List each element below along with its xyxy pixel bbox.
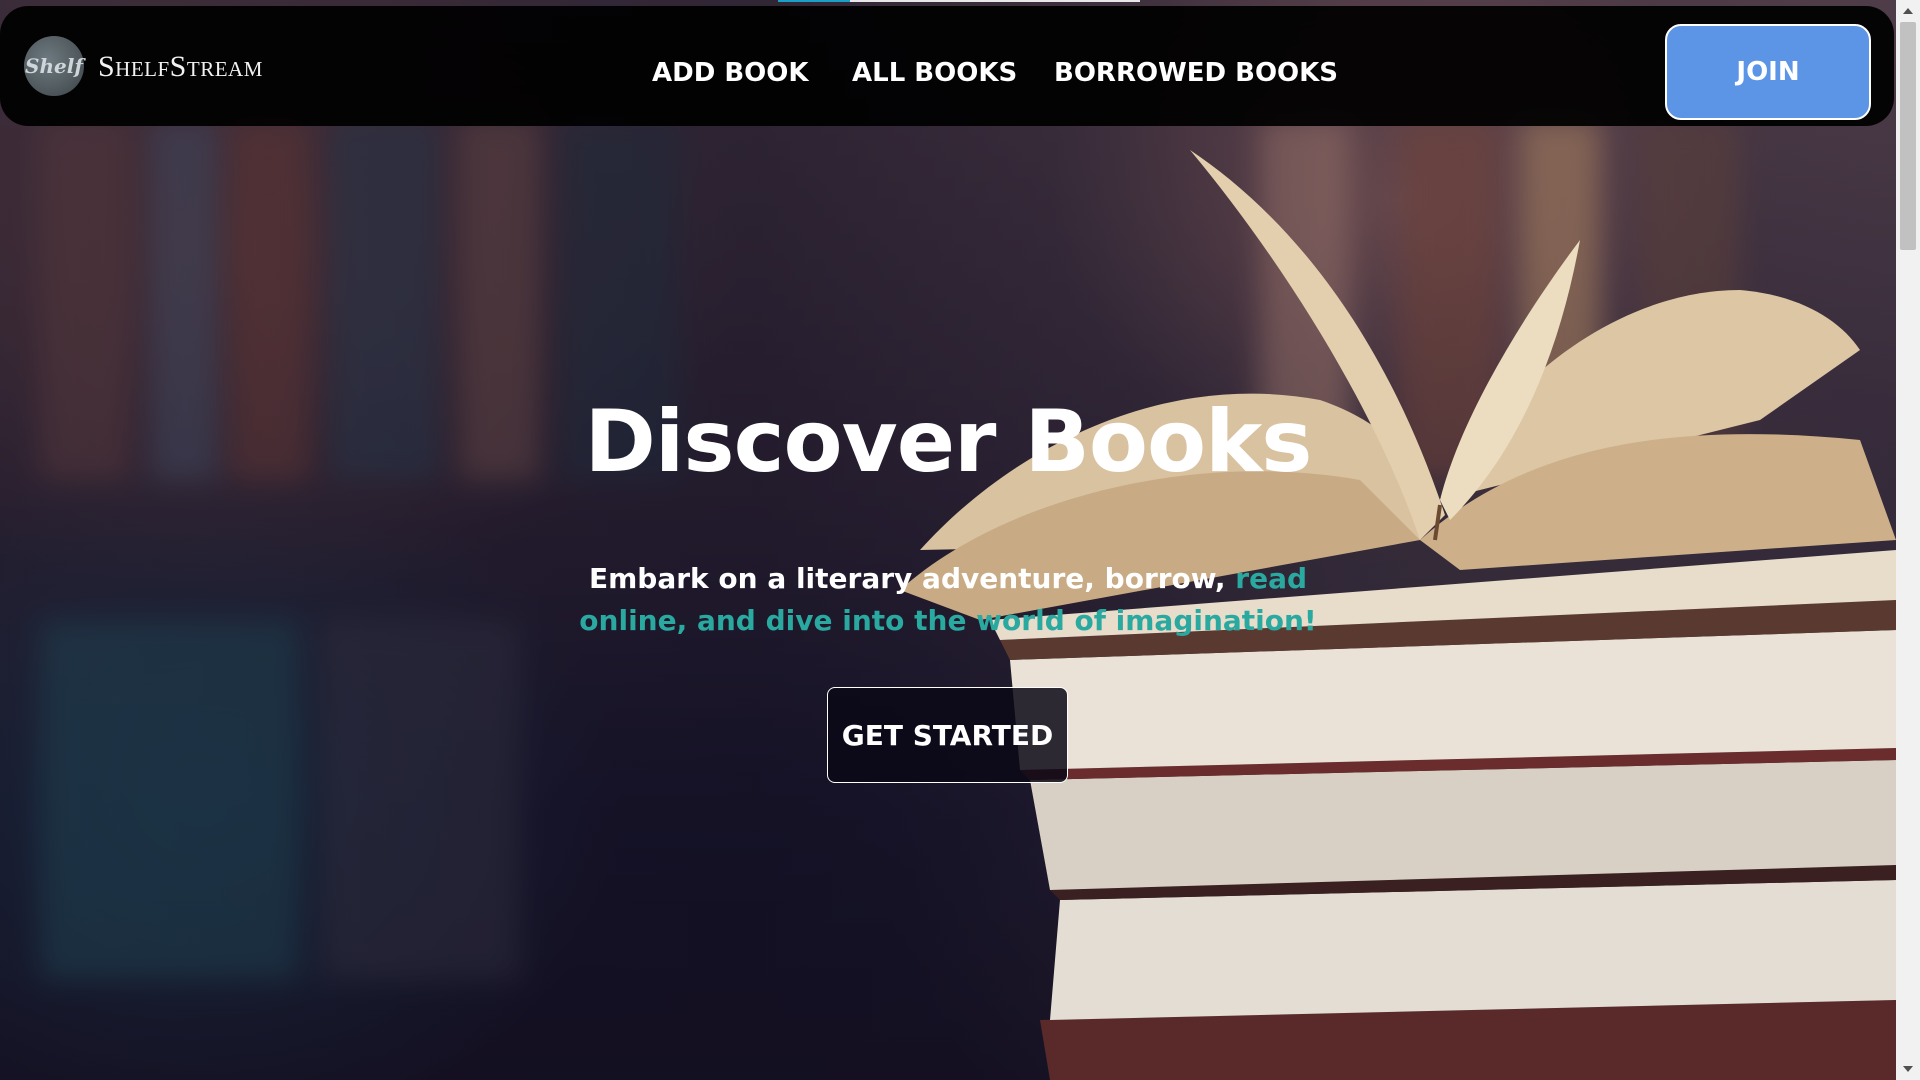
hero-subtitle: Embark on a literary adventure, borrow, … <box>560 558 1336 642</box>
scroll-up-icon[interactable] <box>1896 2 1920 20</box>
hero-subtitle-main: Embark on a literary adventure, borrow, <box>588 562 1236 595</box>
get-started-button[interactable]: GET STARTED <box>827 687 1068 783</box>
scrollbar-thumb[interactable] <box>1900 22 1916 250</box>
hero-title: Discover Books <box>584 392 1313 492</box>
scrollbar[interactable] <box>1896 0 1920 1080</box>
page-load-progress-track <box>850 0 1140 2</box>
nav-all-books[interactable]: ALL BOOKS <box>852 58 1017 88</box>
brand-logo[interactable]: Shelf <box>24 36 84 96</box>
nav-add-book[interactable]: ADD BOOK <box>652 58 809 88</box>
nav-borrowed-books[interactable]: BORROWED BOOKS <box>1054 58 1338 88</box>
scroll-down-icon[interactable] <box>1896 1060 1920 1078</box>
hero-background <box>0 0 1896 1080</box>
brand-name[interactable]: ShelfStream <box>98 50 263 84</box>
page-load-progress <box>778 0 850 2</box>
join-button[interactable]: JOIN <box>1665 24 1871 120</box>
navbar: Shelf ShelfStream ADD BOOK ALL BOOKS BOR… <box>0 6 1894 126</box>
brand-logo-text: Shelf <box>25 54 83 78</box>
